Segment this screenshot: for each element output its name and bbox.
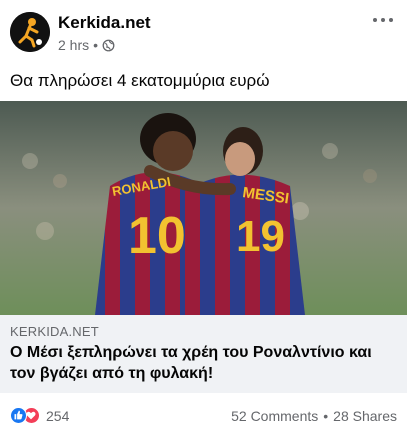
globe-icon [102, 39, 115, 52]
post-photo[interactable]: RONALDI 10 MESSI 19 [0, 101, 407, 315]
kerkida-logo-icon [10, 12, 50, 52]
post-meta: 2 hrs • [58, 37, 115, 53]
feed-post: Kerkida.net 2 hrs • Θα πληρώσει 4 εκατομ… [0, 0, 407, 437]
reaction-count: 254 [46, 407, 70, 424]
link-title[interactable]: Ο Μέσι ξεπληρώνει τα χρέη του Ροναλντίνι… [10, 342, 400, 384]
like-reaction-icon [10, 407, 27, 424]
engagement-stats: 52 Comments • 28 Shares [231, 408, 397, 424]
link-domain: KERKIDA.NET [10, 324, 99, 339]
more-options-icon[interactable] [373, 14, 393, 26]
post-caption: Θα πληρώσει 4 εκατομμύρια ευρώ [10, 71, 270, 90]
comments-count[interactable]: 52 Comments [231, 408, 318, 424]
stats-separator: • [323, 408, 329, 424]
post-time[interactable]: 2 hrs [58, 37, 89, 53]
meta-separator: • [93, 37, 99, 53]
post-header: Kerkida.net 2 hrs • [0, 0, 407, 62]
page-avatar[interactable] [10, 12, 50, 52]
link-preview[interactable]: KERKIDA.NET Ο Μέσι ξεπληρώνει τα χρέη το… [0, 315, 407, 393]
shares-count[interactable]: 28 Shares [333, 408, 397, 424]
post-footer: 254 52 Comments • 28 Shares [0, 393, 407, 437]
jersey-number-right: 19 [236, 212, 285, 261]
reactions-summary[interactable]: 254 [10, 407, 69, 424]
page-name[interactable]: Kerkida.net [58, 13, 151, 33]
jersey-number-left: 10 [128, 207, 186, 265]
